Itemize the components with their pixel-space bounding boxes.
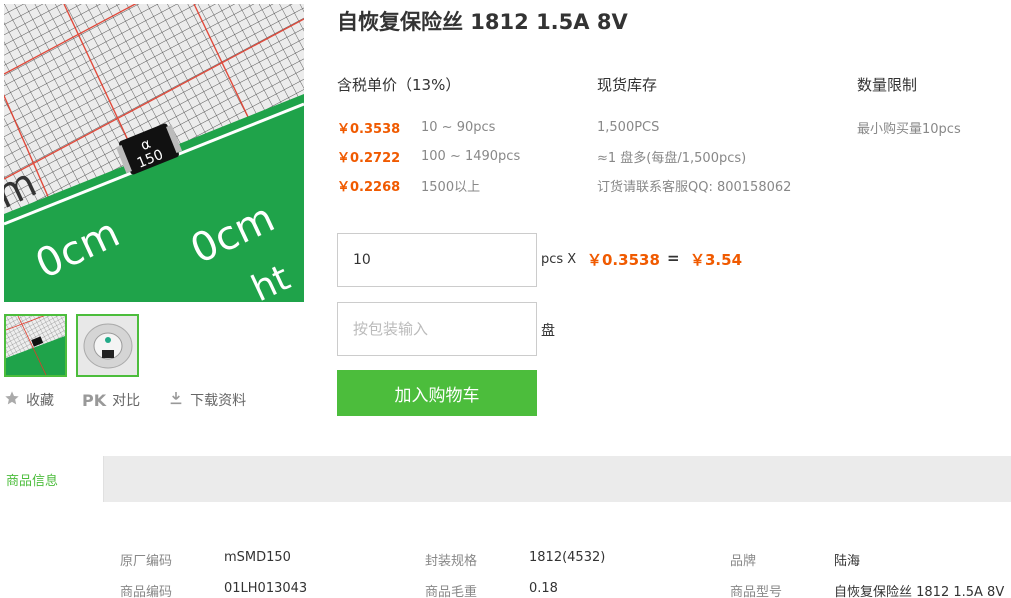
quantity-input[interactable] [337, 233, 537, 287]
spec-key: 封装规格 [425, 554, 478, 569]
download-label: 下载资料 [190, 393, 247, 409]
price-tier: ￥0.3538 10 ~ 90pcs [337, 113, 520, 142]
detail-tab-bar: 商品信息 [0, 456, 1011, 502]
stock-contact: 订货请联系客服QQ: 800158062 [597, 180, 792, 195]
tier-qty: 10 ~ 90pcs [421, 120, 496, 135]
compare-pk-badge: PK [82, 390, 107, 410]
spec-value: 自恢复保险丝 1812 1.5A 8V [834, 585, 1005, 598]
spec-key: 商品毛重 [425, 585, 478, 598]
product-main-image: 0cm 0cm m ht α 150 [4, 4, 304, 302]
stock-info: 现货库存 1,500PCS ≈1 盘多(每盘/1,500pcs) 订货请联系客服… [597, 74, 791, 200]
price-tiers: 含税单价（13%） ￥0.3538 10 ~ 90pcs ￥0.2722 100… [337, 74, 520, 200]
favorite-button[interactable]: 收藏 [4, 390, 54, 410]
download-icon [168, 390, 184, 410]
tab-product-info[interactable]: 商品信息 [0, 456, 104, 502]
product-title: 自恢复保险丝 1812 1.5A 8V [337, 10, 628, 34]
product-actions: 收藏 PK 对比 下载资料 [4, 390, 246, 410]
limit-value: 最小购买量10pcs [857, 122, 961, 137]
thumbnail-1[interactable] [4, 314, 67, 377]
spec-key: 商品编码 [120, 585, 173, 598]
spec-key: 原厂编码 [120, 554, 173, 569]
spec-key: 品牌 [730, 554, 757, 569]
unit-price: ￥0.3538 [587, 251, 660, 269]
add-to-cart-button[interactable]: 加入购物车 [337, 370, 537, 416]
reel-unit: 盘 [541, 323, 555, 339]
download-button[interactable]: 下载资料 [168, 390, 246, 410]
compare-label: 对比 [112, 393, 141, 409]
stock-reel-count: ≈1 盘多(每盘/1,500pcs) [597, 151, 747, 166]
compare-button[interactable]: PK 对比 [82, 390, 140, 410]
price-tier: ￥0.2722 100 ~ 1490pcs [337, 142, 520, 171]
thumbnail-list [4, 314, 139, 377]
tier-price: ￥0.2722 [337, 151, 401, 166]
reel-quantity-input[interactable] [337, 302, 537, 356]
star-icon [4, 390, 20, 410]
spec-value: 1812(4532) [529, 550, 606, 565]
favorite-label: 收藏 [26, 393, 54, 409]
price-tier: ￥0.2268 1500以上 [337, 171, 520, 200]
spec-value: 陆海 [834, 554, 861, 569]
tier-price: ￥0.2268 [337, 180, 401, 195]
purchase-limit: 数量限制 最小购买量10pcs [857, 74, 961, 142]
spec-value: 0.18 [529, 581, 558, 596]
tier-qty: 100 ~ 1490pcs [421, 149, 521, 164]
quantity-unit: pcs X [541, 252, 577, 267]
thumbnail-2[interactable] [76, 314, 139, 377]
tier-qty: 1500以上 [421, 180, 481, 195]
tier-price: ￥0.3538 [337, 122, 401, 137]
equals-sign: = [667, 249, 680, 267]
price-header: 含税单价（13%） [337, 76, 461, 94]
spec-value: 01LH013043 [224, 581, 308, 596]
spec-key: 商品型号 [730, 585, 783, 598]
limit-header: 数量限制 [857, 76, 918, 94]
total-price: ￥3.54 [690, 251, 743, 269]
stock-header: 现货库存 [597, 76, 658, 94]
stock-quantity: 1,500PCS [597, 120, 660, 135]
spec-value: mSMD150 [224, 550, 291, 565]
